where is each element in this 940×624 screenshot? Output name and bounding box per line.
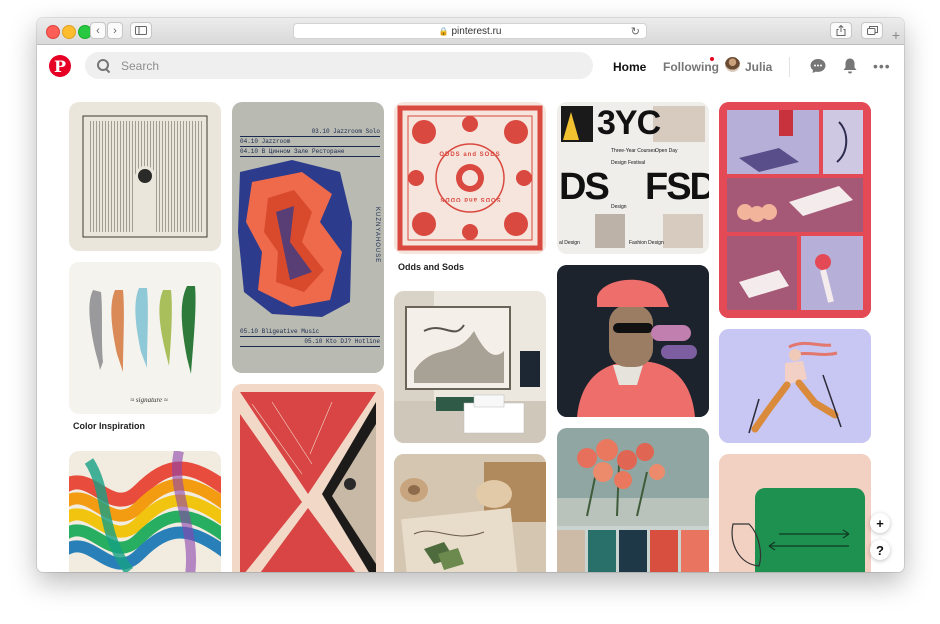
pin-runner-illustration[interactable] [719, 329, 871, 443]
search-bar[interactable] [85, 52, 593, 79]
pin-rainbow-waves[interactable] [69, 451, 221, 572]
pin-comic-illustration[interactable] [719, 102, 871, 318]
address-bar[interactable]: 🔒 pinterest.ru ↻ [293, 23, 647, 39]
pinterest-logo[interactable]: P [49, 55, 71, 77]
help-button[interactable]: ? [870, 540, 890, 560]
skater-image [557, 265, 709, 417]
crafts-image [394, 454, 546, 572]
tabs-icon [866, 26, 878, 35]
address-url: pinterest.ru [451, 25, 502, 37]
pin-caption-color-inspiration: Color Inspiration [73, 421, 145, 431]
share-icon [836, 25, 846, 36]
browser-window: ‹ › 🔒 pinterest.ru ↻ + P Home Following … [37, 18, 904, 572]
search-input[interactable] [119, 57, 523, 74]
create-pin-button[interactable]: + [870, 513, 890, 533]
pin-odds-and-sods[interactable]: ODDS and SODS SODS and ODDS [394, 102, 546, 254]
design-all: al Design [559, 240, 580, 246]
comic-image [719, 102, 871, 318]
svg-text:≈ signature ≈: ≈ signature ≈ [130, 396, 168, 404]
design-design: Design [611, 204, 627, 210]
red-face-image [232, 384, 384, 572]
rainbow-waves-image [69, 451, 221, 572]
pinterest-header: P Home Following Julia ••• [37, 45, 904, 89]
nav-home[interactable]: Home [613, 60, 646, 74]
design-festival: Design Festival [611, 160, 646, 166]
minimize-window-button[interactable] [62, 25, 76, 39]
pin-design-school-poster[interactable]: 3YC Three-Year Courses Open Day Design F… [557, 102, 709, 254]
header-divider [789, 57, 790, 77]
design-three-year: Three-Year Courses [611, 148, 656, 154]
pin-red-face-illustration[interactable] [232, 384, 384, 572]
interior-image [394, 291, 546, 443]
pin-interior-painting[interactable] [394, 291, 546, 443]
tabs-overview-button[interactable] [861, 22, 883, 39]
profile-name[interactable]: Julia [745, 60, 772, 74]
avatar[interactable] [725, 57, 740, 72]
more-menu-button[interactable]: ••• [873, 58, 891, 74]
back-button[interactable]: ‹ [90, 22, 106, 39]
paint-strokes-image: ≈ signature ≈ [89, 286, 196, 404]
roses-palette-image [557, 428, 709, 572]
pin-crafts-still-life[interactable] [394, 454, 546, 572]
back-icon: ‹ [96, 24, 100, 37]
poster-line: 05.10 Bligeative Music [240, 327, 380, 337]
notifications-button[interactable] [840, 56, 860, 76]
new-tab-button[interactable]: + [888, 26, 904, 44]
runner-image [719, 329, 871, 443]
bandana-bottom-text: SODS and ODDS [439, 196, 501, 202]
pin-skater-illustration[interactable] [557, 265, 709, 417]
lock-icon: 🔒 [438, 26, 449, 36]
close-window-button[interactable] [46, 25, 60, 39]
nav-following[interactable]: Following [663, 60, 719, 74]
design-fashion: Fashion Design [629, 240, 664, 246]
browser-titlebar: ‹ › 🔒 pinterest.ru ↻ + [37, 18, 904, 45]
forward-icon: › [113, 24, 117, 37]
bandana-image [397, 105, 543, 251]
poster-vertical-text: KUZNYAHOUSE [374, 207, 380, 264]
messages-button[interactable] [808, 56, 828, 76]
help-icon: ? [876, 542, 884, 558]
pin-caption-odds-and-sods: Odds and Sods [398, 262, 465, 272]
share-button[interactable] [830, 22, 852, 39]
chat-icon [810, 59, 826, 73]
green-hand-image [719, 454, 871, 572]
sidebar-toggle-button[interactable] [130, 22, 152, 39]
pin-green-hand-illustration[interactable] [719, 454, 871, 572]
reload-icon[interactable]: ↻ [631, 25, 640, 38]
pin-line-art-image [82, 115, 208, 238]
bandana-top-text: ODDS and SODS [439, 152, 501, 158]
pin-roses-palette[interactable] [557, 428, 709, 572]
design-big-text-left: DS [559, 166, 610, 208]
forward-button[interactable]: › [107, 22, 123, 39]
plus-icon: + [876, 515, 884, 531]
design-open-day: Open Day [655, 148, 678, 154]
pin-event-poster[interactable]: 03.10 Jazzroom Solo 04.10 Jazzroom 04.10… [232, 102, 384, 373]
pin-color-inspiration[interactable]: ≈ signature ≈ [69, 262, 221, 414]
sidebar-icon [135, 26, 147, 35]
poster-line: 05.10 Kto DJ? Hotline [240, 337, 380, 347]
notification-dot [710, 57, 714, 61]
pin-line-art[interactable] [69, 102, 221, 251]
design-big-text-right: FSD [645, 166, 709, 208]
design-big-text-top: 3YC [597, 104, 661, 142]
bell-icon [843, 58, 857, 74]
search-icon [97, 58, 111, 73]
